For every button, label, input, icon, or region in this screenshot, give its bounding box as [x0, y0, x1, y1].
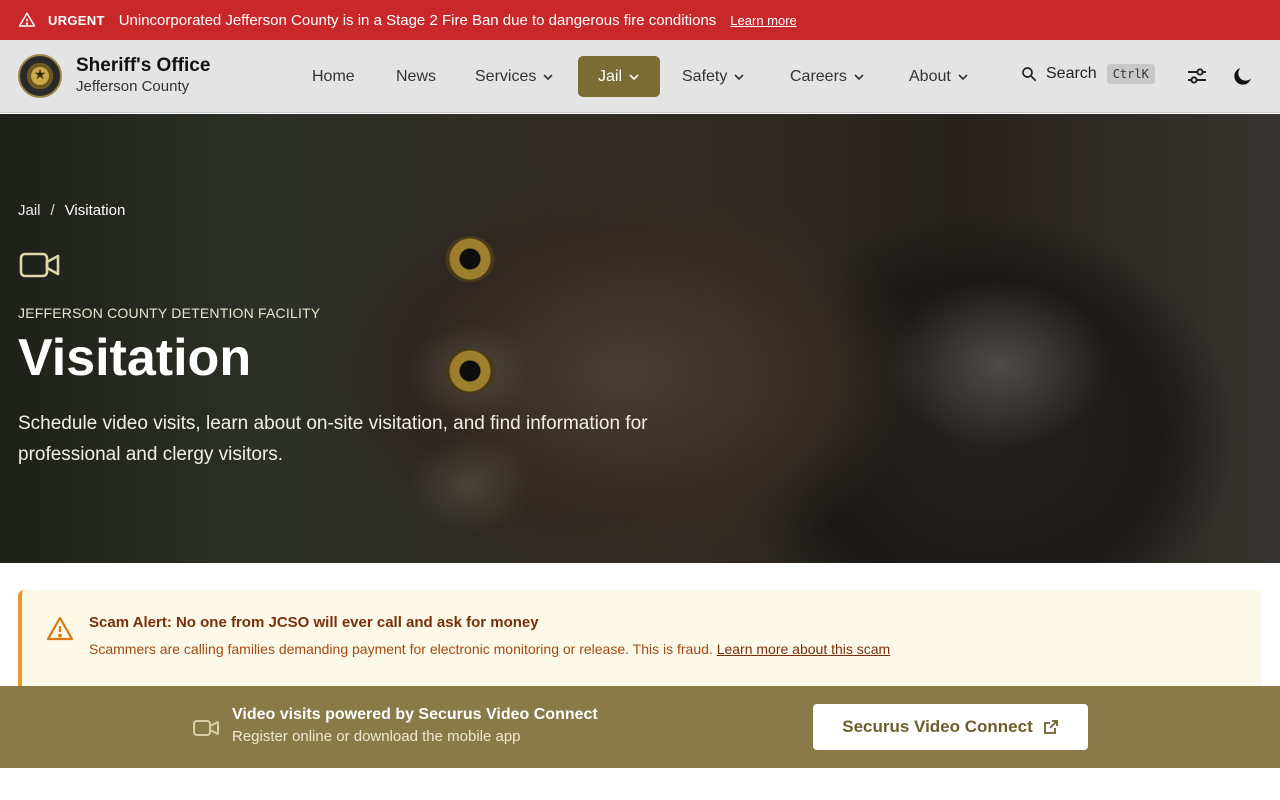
- brand-title: Sheriff's Office: [76, 55, 211, 76]
- nav-news[interactable]: News: [396, 56, 436, 97]
- chevron-down-icon: [628, 71, 640, 83]
- urgent-learn-more-link[interactable]: Learn more: [730, 13, 796, 28]
- site-header: ★ Sheriff's Office Jefferson County Home…: [0, 40, 1280, 113]
- search-icon: [1020, 65, 1038, 83]
- chevron-down-icon: [542, 71, 554, 83]
- video-camera-icon: [18, 248, 62, 282]
- scam-alert-title: Scam Alert: No one from JCSO will ever c…: [89, 614, 539, 631]
- urgent-tag: URGENT: [48, 12, 105, 28]
- chevron-down-icon: [957, 71, 969, 83]
- warning-icon: [18, 11, 36, 29]
- video-connect-banner: Video visits powered by Securus Video Co…: [0, 686, 1280, 768]
- breadcrumb-current: Visitation: [64, 202, 126, 219]
- search-button[interactable]: Search CtrlK: [1020, 64, 1155, 84]
- nav-careers[interactable]: Careers: [790, 56, 865, 97]
- scam-learn-more-link[interactable]: Learn more about this scam: [717, 641, 891, 657]
- breadcrumb: Jail / Visitation: [18, 202, 125, 219]
- securus-video-connect-button[interactable]: Securus Video Connect: [813, 704, 1088, 750]
- chevron-down-icon: [853, 71, 865, 83]
- nav-safety[interactable]: Safety: [682, 56, 745, 97]
- breadcrumb-separator: /: [50, 202, 55, 219]
- nav-services[interactable]: Services: [475, 56, 554, 97]
- scam-alert-body: Scammers are calling families demanding …: [89, 641, 891, 657]
- brand-home-link[interactable]: ★ Sheriff's Office Jefferson County: [18, 54, 210, 98]
- hero-lead: Schedule video visits, learn about on-si…: [18, 413, 648, 465]
- moon-icon[interactable]: [1231, 64, 1255, 88]
- search-label: Search: [1046, 65, 1097, 82]
- page-title: Visitation: [18, 329, 252, 387]
- nav-home[interactable]: Home: [312, 56, 355, 97]
- video-connect-subtitle: Register online or download the mobile a…: [232, 728, 521, 745]
- external-link-icon: [1043, 719, 1059, 735]
- video-camera-icon: [192, 717, 220, 739]
- hero-eyebrow: JEFFERSON COUNTY DETENTION FACILITY: [18, 305, 321, 321]
- chevron-down-icon: [733, 71, 745, 83]
- hero-section: Jail / Visitation JEFFERSON COUNTY DETEN…: [0, 114, 1280, 563]
- urgent-banner: URGENT Unincorporated Jefferson County i…: [0, 0, 1280, 40]
- nav-jail[interactable]: Jail: [578, 56, 660, 97]
- sheriff-badge-logo: ★: [18, 54, 62, 98]
- nav-about[interactable]: About: [909, 56, 969, 97]
- breadcrumb-jail-link[interactable]: Jail: [18, 202, 41, 219]
- brand-subtitle: Jefferson County: [76, 78, 190, 95]
- search-shortcut-kbd: CtrlK: [1106, 64, 1155, 84]
- urgent-message: Unincorporated Jefferson County is in a …: [118, 11, 717, 29]
- scam-alert: Scam Alert: No one from JCSO will ever c…: [18, 590, 1262, 686]
- securus-button-label: Securus Video Connect: [842, 717, 1033, 736]
- sliders-icon[interactable]: [1185, 64, 1209, 88]
- warning-icon: [46, 616, 74, 642]
- video-connect-title: Video visits powered by Securus Video Co…: [232, 706, 598, 723]
